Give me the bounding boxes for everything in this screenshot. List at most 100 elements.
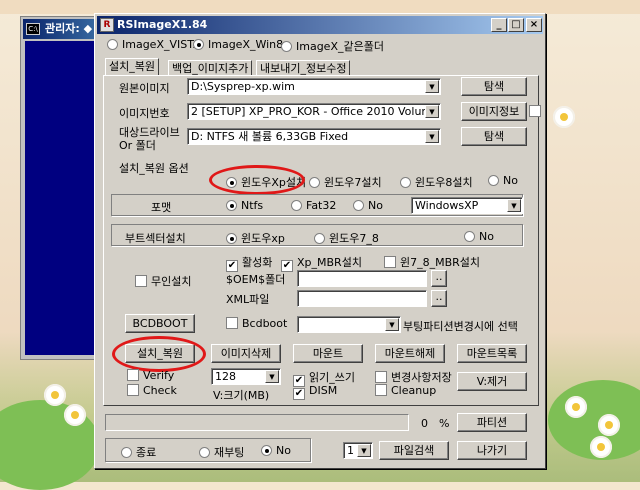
radio-circle-icon [353,200,364,211]
radio-install-no[interactable]: No [488,174,518,187]
cleanup-checkbox[interactable]: Cleanup [375,384,436,397]
dropdown-arrow-icon[interactable]: ▼ [425,80,439,93]
desktop-flower [64,404,86,426]
xml-file-input[interactable] [297,290,427,307]
radio-no-action[interactable]: No [261,444,291,457]
window-titlebar[interactable]: R RSImageX1.84 _ □ × [97,16,543,34]
xml-file-browse-button[interactable]: .. [431,290,447,307]
checkbox-icon [127,384,139,396]
radio-circle-icon [488,175,499,186]
progress-percent-sign: % [439,417,450,430]
dropdown-arrow-icon[interactable]: ▼ [425,130,439,143]
remove-v-button[interactable]: V:제거 [457,372,527,391]
save-changes-checkbox[interactable]: 변경사항저장 [375,369,452,385]
radio-imagex-same-folder[interactable]: ImageX_같은폴더 [281,38,384,54]
win78-mbr-checkbox[interactable]: 윈7_8_MBR설치 [384,254,480,270]
bootsector-label: 부트섹터설치 [125,232,186,245]
radio-format-fat32[interactable]: Fat32 [291,199,336,212]
oem-folder-label: $OEM$폴더 [226,273,286,286]
radio-selected-icon [261,445,272,456]
exit-button[interactable]: 나가기 [457,441,527,460]
radio-imagex-win8[interactable]: ImageX_Win8 [193,38,283,51]
tab-install-restore[interactable]: 설치_복원 [105,58,159,76]
checkbox-icon [384,256,396,268]
target-drive-combo[interactable]: D: NTFS 새 볼륨 6,33GB Fixed ▼ [187,128,441,145]
dropdown-arrow-icon[interactable]: ▼ [507,199,521,212]
activate-checkbox[interactable]: ✔ 활성화 [226,254,272,272]
tab-export-edit[interactable]: 내보내기_정보수정 [256,60,351,76]
dism-checkbox[interactable]: ✔ DISM [293,384,337,400]
tab-backup-add[interactable]: 백업_이미지추가 [168,60,253,76]
bcdboot-button[interactable]: BCDBOOT [125,314,195,333]
size-combo[interactable]: 128 ▼ [211,368,281,385]
checkbox-icon [127,369,139,381]
checkbox-icon [226,317,238,329]
highlight-ellipse-xp [209,165,305,195]
radio-shutdown[interactable]: 종료 [121,444,156,460]
rsimagex-window: R RSImageX1.84 _ □ × ImageX_VISTA ImageX… [94,13,546,469]
desktop-top-strip [0,0,640,14]
desktop-flower [565,396,587,418]
radio-circle-icon [400,177,411,188]
console-titlebar[interactable]: C:\ 관리자: ◆ [23,19,103,39]
radio-circle-icon [314,233,325,244]
maximize-icon[interactable]: □ [508,18,524,32]
radio-install-win7[interactable]: 윈도우7설치 [309,174,382,190]
app-icon: R [100,18,114,32]
target-drive-label: 대상드라이브 Or 폴더 [119,126,180,152]
console-title: 관리자: ◆ [45,22,93,35]
close-icon[interactable]: × [526,18,542,32]
dropdown-arrow-icon[interactable]: ▼ [385,318,399,331]
desktop-flower [590,436,612,458]
browse-source-button[interactable]: 탐색 [461,77,527,96]
file-search-button[interactable]: 파일검색 [379,441,449,460]
bcdboot-combo[interactable]: ▼ [297,316,401,333]
unattended-checkbox[interactable]: 무인설치 [135,273,191,289]
checkbox-icon [135,275,147,287]
browse-target-button[interactable]: 탐색 [461,127,527,146]
radio-selected-icon [226,233,237,244]
oem-folder-browse-button[interactable]: .. [431,270,447,287]
partition-button[interactable]: 파티션 [457,413,527,432]
radio-install-win8[interactable]: 윈도우8설치 [400,174,473,190]
verify-checkbox[interactable]: Verify [127,369,174,382]
window-title: RSImageX1.84 [117,18,208,31]
checkbox-icon [375,384,387,396]
delete-image-button[interactable]: 이미지삭제 [211,344,281,363]
desktop-flower [598,414,620,436]
checkbox-checked-icon: ✔ [293,388,305,400]
minimize-icon[interactable]: _ [491,18,507,32]
bcdboot-checkbox[interactable]: Bcdboot [226,317,287,330]
xml-file-label: XML파일 [226,293,270,306]
radio-circle-icon [291,200,302,211]
desktop-flower [44,384,66,406]
radio-imagex-vista[interactable]: ImageX_VISTA [107,38,201,51]
count-combo[interactable]: 1 ▼ [343,442,373,459]
volume-label-combo[interactable]: WindowsXP ▼ [411,197,523,214]
oem-folder-input[interactable] [297,270,427,287]
dropdown-arrow-icon[interactable]: ▼ [425,105,439,118]
source-image-combo[interactable]: D:\Sysprep-xp.wim ▼ [187,78,441,95]
console-icon: C:\ [26,23,40,35]
radio-selected-icon [226,200,237,211]
check-checkbox[interactable]: Check [127,384,177,397]
image-number-combo[interactable]: 2 [SETUP] XP_PRO_KOR - Office 2010 Volum… [187,103,441,120]
image-info-check[interactable] [529,105,545,118]
radio-circle-icon [107,39,118,50]
radio-reboot[interactable]: 재부팅 [199,444,244,460]
source-image-label: 원본이미지 [119,82,170,95]
dropdown-arrow-icon[interactable]: ▼ [265,370,279,383]
image-info-button[interactable]: 이미지정보 [461,102,527,121]
checkbox-icon [375,371,387,383]
console-body [25,41,101,355]
unmount-button[interactable]: 마운트해제 [375,344,445,363]
radio-format-no[interactable]: No [353,199,383,212]
radio-boot-win78[interactable]: 윈도우7_8 [314,230,379,246]
desktop-flower [553,106,575,128]
radio-format-ntfs[interactable]: Ntfs [226,199,263,212]
dropdown-arrow-icon[interactable]: ▼ [357,444,371,457]
mount-button[interactable]: 마운트 [293,344,363,363]
radio-boot-xp[interactable]: 윈도우xp [226,230,285,246]
mount-list-button[interactable]: 마운트목록 [457,344,527,363]
radio-boot-no[interactable]: No [464,230,494,243]
